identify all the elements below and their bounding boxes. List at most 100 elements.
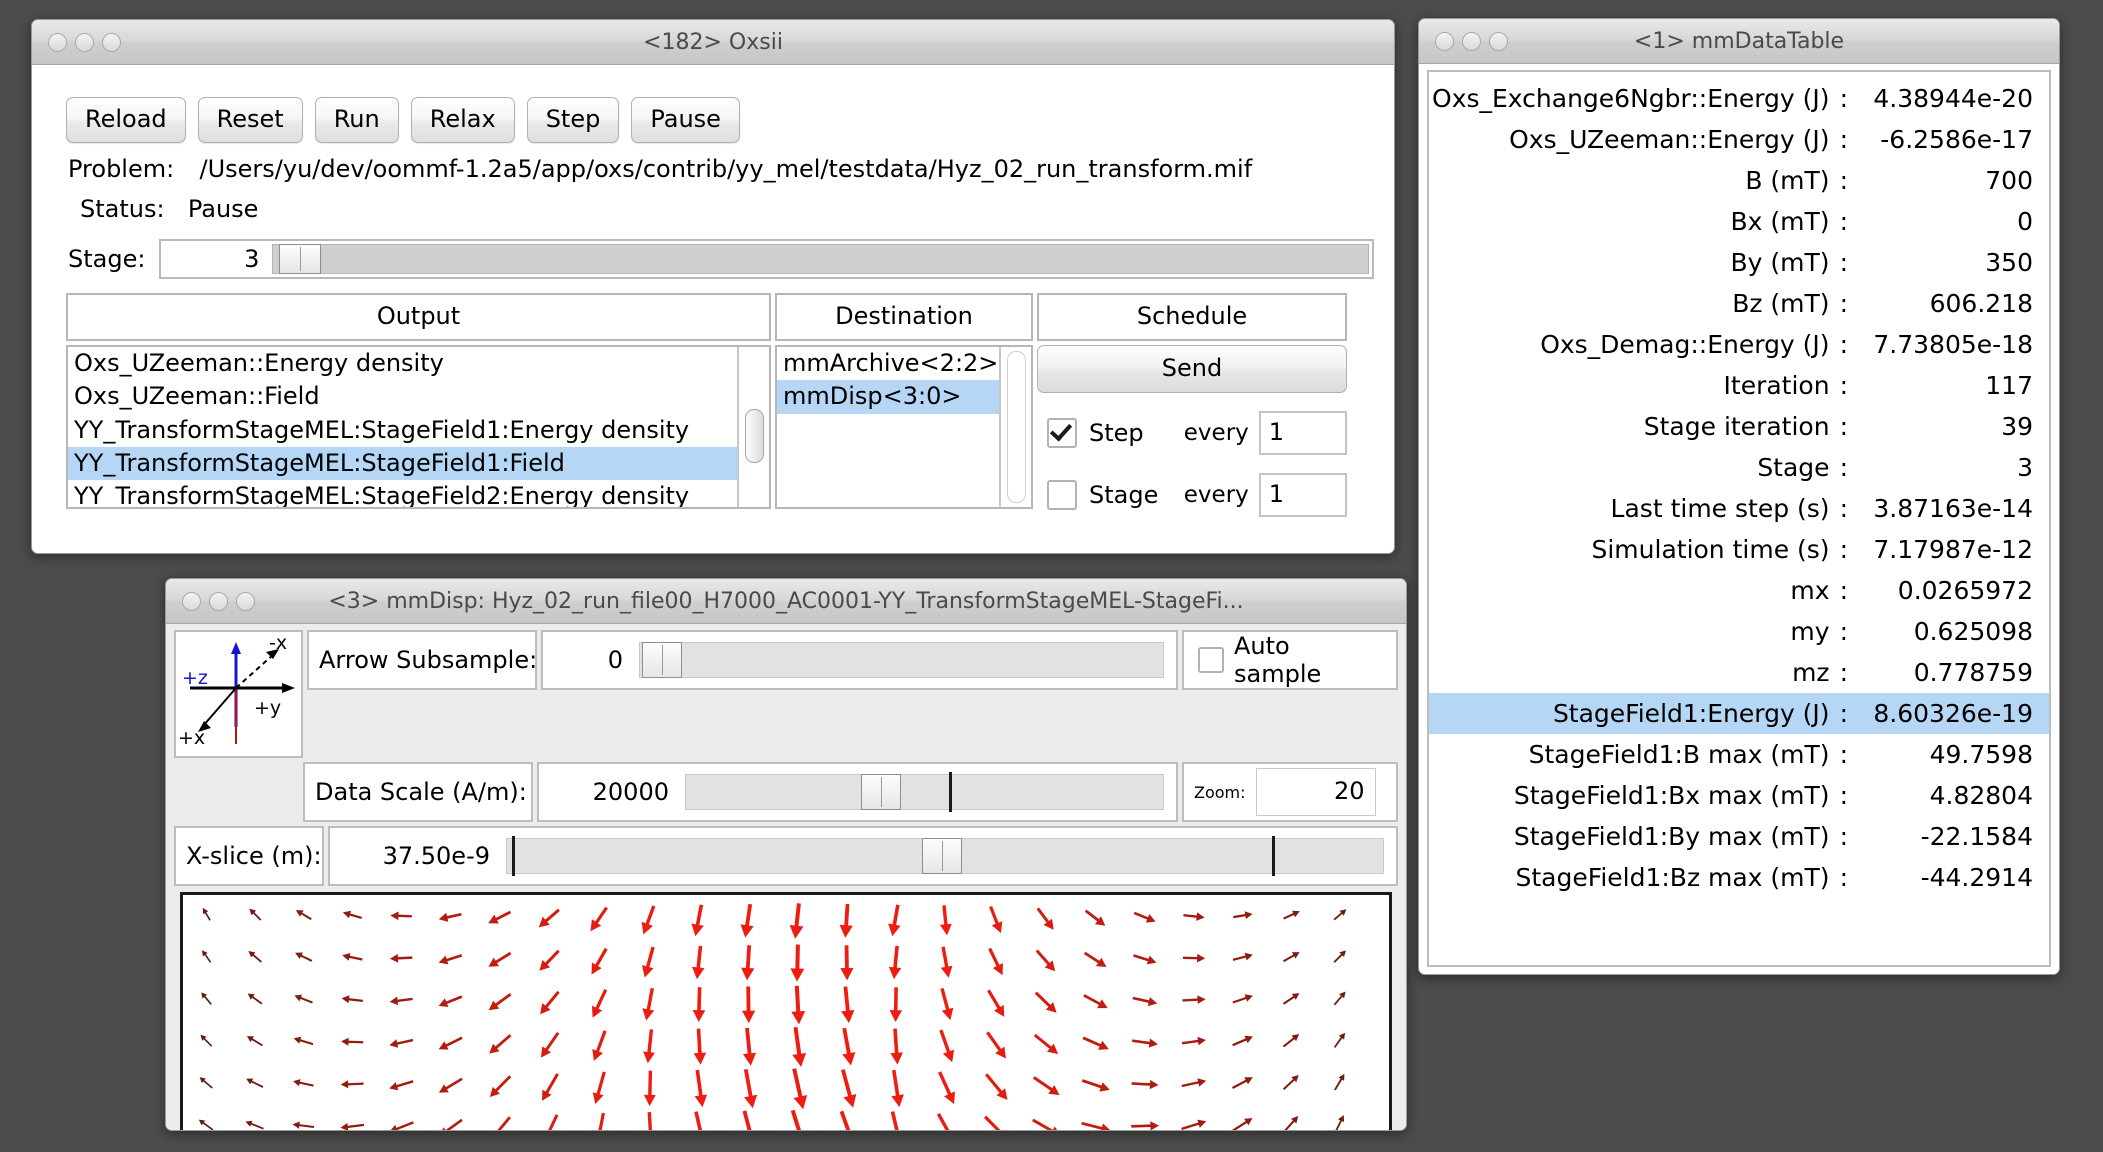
table-row[interactable]: Simulation time (s):7.17987e-12 (1429, 529, 2049, 570)
arrow-subsample-slider-thumb[interactable] (642, 642, 682, 678)
destination-scrollbar[interactable] (999, 347, 1031, 507)
row-key: Simulation time (s) (1591, 535, 1830, 564)
row-key: Last time step (s) (1610, 494, 1830, 523)
table-row[interactable]: StageField1:Bz max (mT): -44.2914 (1429, 857, 2049, 898)
table-row[interactable]: mx: 0.0265972 (1429, 570, 2049, 611)
arrow-subsample-slider[interactable] (639, 642, 1164, 678)
step-checkbox[interactable] (1047, 418, 1077, 448)
maximize-icon[interactable] (236, 591, 255, 611)
close-icon[interactable] (182, 591, 201, 611)
table-row[interactable]: StageField1:B max (mT): 49.7598 (1429, 734, 2049, 775)
table-row[interactable]: Last time step (s):3.87163e-14 (1429, 488, 2049, 529)
mmdisp-titlebar[interactable]: <3> mmDisp: Hyz_02_run_file00_H7000_AC00… (166, 579, 1406, 624)
stage-slider[interactable] (269, 239, 1374, 279)
row-key: mz (1792, 658, 1830, 687)
row-value: 4.82804 (1929, 781, 2033, 810)
xslice-value[interactable]: 37.50e-9 (340, 842, 504, 870)
table-row[interactable]: Iteration: 117 (1429, 365, 2049, 406)
list-item[interactable]: Oxs_UZeeman::Field (68, 380, 737, 413)
list-item[interactable]: YY_TransformStageMEL:StageField2:Energy … (68, 480, 737, 507)
data-scale-value[interactable]: 20000 (549, 778, 683, 806)
xslice-slider-thumb[interactable] (922, 838, 962, 874)
vector-field-canvas[interactable] (180, 892, 1392, 1130)
stage-slider-track[interactable] (272, 244, 1369, 274)
row-value: 0.0265972 (1897, 576, 2033, 605)
row-colon: : (1839, 330, 1848, 359)
reload-button[interactable]: Reload (66, 97, 186, 143)
maximize-icon[interactable] (1489, 31, 1508, 51)
mmdatatable-titlebar[interactable]: <1> mmDataTable (1419, 19, 2059, 64)
list-item[interactable]: mmDisp<3:0> (777, 380, 999, 414)
table-row[interactable]: Oxs_Demag::Energy (J):7.73805e-18 (1429, 324, 2049, 365)
table-row[interactable]: StageField1:Bx max (mT): 4.82804 (1429, 775, 2049, 816)
data-scale-slider[interactable] (685, 772, 1164, 812)
xslice-slider-cell[interactable]: 37.50e-9 (328, 826, 1398, 886)
oxsii-titlebar[interactable]: <182> Oxsii (32, 20, 1394, 65)
stage-checkbox[interactable] (1047, 480, 1077, 510)
auto-sample-checkbox[interactable] (1198, 647, 1224, 673)
mmdisp-window: <3> mmDisp: Hyz_02_run_file00_H7000_AC00… (165, 578, 1407, 1131)
pause-button[interactable]: Pause (631, 97, 740, 143)
table-row[interactable]: Bx (mT): 0 (1429, 201, 2049, 242)
relax-button[interactable]: Relax (410, 97, 515, 143)
list-item[interactable]: YY_TransformStageMEL:StageField1:Field (68, 446, 737, 481)
table-row[interactable]: By (mT): 350 (1429, 242, 2049, 283)
table-row[interactable]: B (mT): 700 (1429, 160, 2049, 201)
minimize-icon[interactable] (75, 32, 94, 52)
table-row[interactable]: my: 0.625098 (1429, 611, 2049, 652)
destination-scrollbar-thumb[interactable] (1007, 351, 1026, 503)
zoom-input[interactable]: 20 (1255, 768, 1376, 816)
minimize-icon[interactable] (209, 591, 228, 611)
step-button[interactable]: Step (526, 97, 620, 143)
table-row[interactable]: Oxs_Exchange6Ngbr::Energy (J):4.38944e-2… (1429, 78, 2049, 119)
minimize-icon[interactable] (1462, 31, 1481, 51)
row-value: 606.218 (1929, 289, 2033, 318)
table-row[interactable]: Oxs_UZeeman::Energy (J): -6.2586e-17 (1429, 119, 2049, 160)
window-controls[interactable] (1435, 31, 1508, 51)
arrow-subsample-slider-cell[interactable]: 0 (541, 630, 1178, 690)
row-value: 7.73805e-18 (1873, 330, 2033, 359)
mmdatatable-list[interactable]: Oxs_Exchange6Ngbr::Energy (J):4.38944e-2… (1427, 70, 2051, 967)
xslice-tick-min (512, 836, 515, 876)
table-row[interactable]: Bz (mT): 606.218 (1429, 283, 2049, 324)
arrow-subsample-value[interactable]: 0 (553, 646, 637, 674)
data-scale-label: Data Scale (A/m): (315, 778, 527, 806)
window-controls[interactable] (182, 591, 255, 611)
svg-text:-x: -x (269, 632, 287, 654)
output-listbox[interactable]: Oxs_UZeeman::Energy density Oxs_UZeeman:… (66, 345, 771, 509)
auto-sample-label: Auto sample (1234, 632, 1322, 688)
row-key: Iteration (1723, 371, 1830, 400)
stage-value-field[interactable]: 3 (159, 239, 270, 279)
schedule-column: Schedule Send Step every 1 Stage every 1 (1037, 293, 1347, 517)
table-row[interactable]: Stage iteration: 39 (1429, 406, 2049, 447)
list-item[interactable]: Oxs_UZeeman::Energy density (68, 347, 737, 380)
stage-slider-thumb[interactable] (279, 244, 322, 274)
destination-list[interactable]: mmArchive<2:2> mmDisp<3:0> (777, 347, 999, 507)
output-list[interactable]: Oxs_UZeeman::Energy density Oxs_UZeeman:… (68, 347, 737, 507)
mmdisp-controls-mid: Data Scale (A/m): 20000 Zoom: 20 (166, 758, 1406, 822)
output-scrollbar[interactable] (737, 347, 769, 507)
close-icon[interactable] (48, 32, 67, 52)
window-controls[interactable] (48, 32, 121, 52)
step-every-input[interactable]: 1 (1258, 411, 1347, 455)
auto-sample-cell[interactable]: Auto sample (1182, 630, 1398, 690)
table-row[interactable]: mz: 0.778759 (1429, 652, 2049, 693)
output-scrollbar-thumb[interactable] (745, 409, 764, 463)
table-row[interactable]: Stage: 3 (1429, 447, 2049, 488)
close-icon[interactable] (1435, 31, 1454, 51)
destination-listbox[interactable]: mmArchive<2:2> mmDisp<3:0> (775, 345, 1033, 509)
table-row[interactable]: StageField1:By max (mT): -22.1584 (1429, 816, 2049, 857)
stage-every-input[interactable]: 1 (1258, 473, 1347, 517)
reset-button[interactable]: Reset (197, 97, 303, 143)
svg-text:+x: +x (178, 727, 205, 749)
send-button[interactable]: Send (1037, 345, 1347, 393)
xslice-slider[interactable] (506, 836, 1384, 876)
maximize-icon[interactable] (102, 32, 121, 52)
list-item[interactable]: mmArchive<2:2> (777, 347, 999, 380)
table-row[interactable]: StageField1:Energy (J):8.60326e-19 (1429, 693, 2049, 734)
data-scale-slider-thumb[interactable] (861, 774, 901, 810)
zoom-cell[interactable]: Zoom: 20 (1182, 762, 1398, 822)
data-scale-slider-cell[interactable]: 20000 (537, 762, 1178, 822)
list-item[interactable]: YY_TransformStageMEL:StageField1:Energy … (68, 414, 737, 447)
run-button[interactable]: Run (314, 97, 399, 143)
